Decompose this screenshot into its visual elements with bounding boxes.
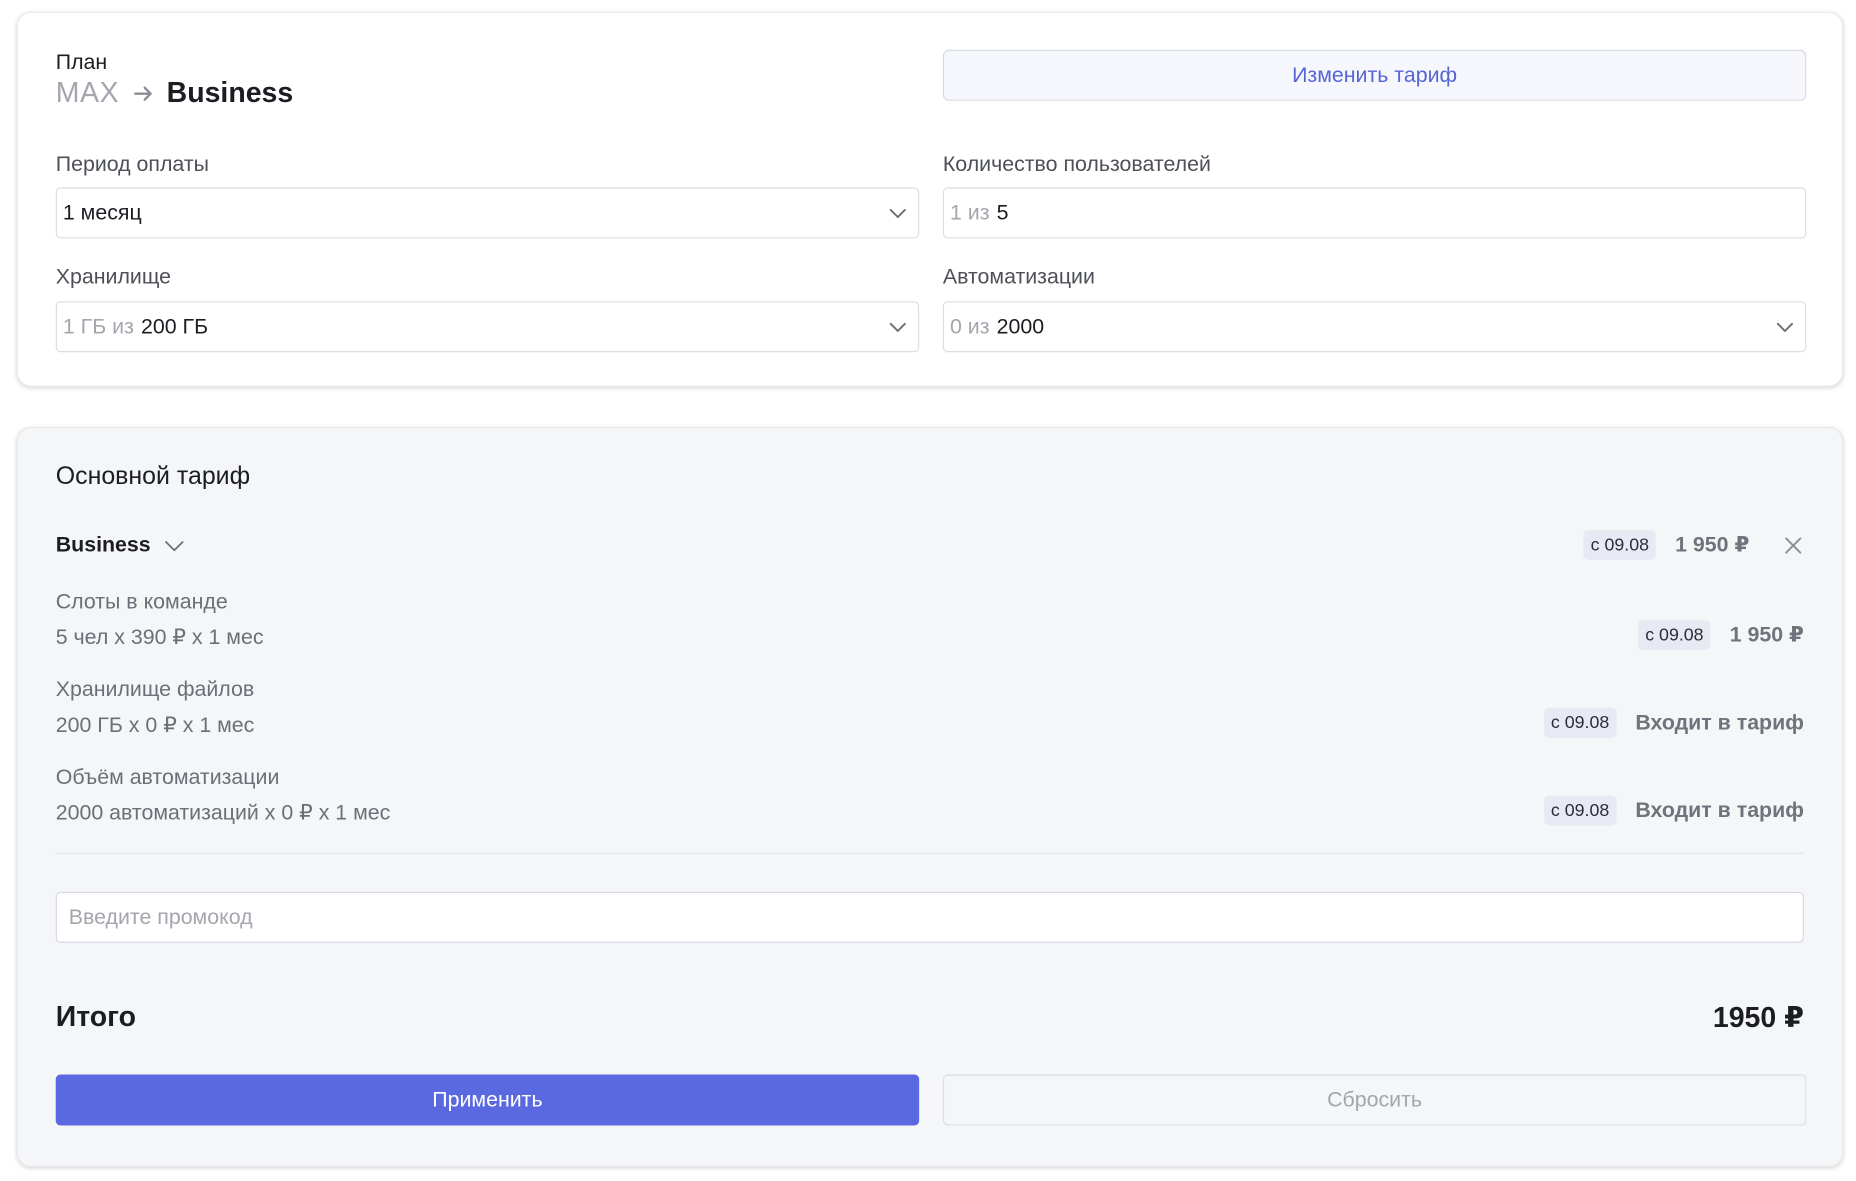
plan-row-pricing: с 09.08 1 950 ₽ [1583, 530, 1804, 560]
storage-select[interactable]: 1 ГБ из 200 ГБ [55, 301, 920, 353]
period-value: 1 месяц [62, 200, 142, 225]
total-value: 1950 ₽ [1712, 1002, 1804, 1035]
storage-value: 200 ГБ [141, 314, 209, 339]
plan-settings-card: План MAX Business Изменить тариф Период … [16, 11, 1844, 387]
item-price: Входит в тариф [1635, 798, 1804, 822]
date-badge: с 09.08 [1543, 795, 1617, 826]
automations-select[interactable]: 0 из 2000 [942, 301, 1807, 353]
order-summary-card: Основной тариф Business с 09.08 1 950 ₽ … [16, 426, 1844, 1168]
close-icon[interactable] [1783, 534, 1804, 555]
chevron-down-icon [163, 533, 187, 557]
period-label: Период оплаты [55, 151, 209, 176]
summary-title: Основной тариф [55, 462, 251, 490]
plan-row-toggle[interactable]: Business [56, 533, 187, 558]
period-select[interactable]: 1 месяц [55, 187, 920, 239]
divider [55, 852, 1804, 854]
summary-item: Объём автоматизации 2000 автоматизаций х… [56, 765, 1804, 831]
item-title: Слоты в команде [55, 589, 228, 614]
chevron-down-icon [1774, 317, 1795, 338]
summary-item: Хранилище файлов 200 ГБ х 0 ₽ х 1 мес с … [56, 677, 1804, 743]
automations-label: Автоматизации [942, 264, 1095, 289]
date-badge: с 09.08 [1638, 620, 1711, 650]
plan-row: Business с 09.08 1 950 ₽ [56, 530, 1804, 564]
automations-value: 2000 [996, 314, 1045, 339]
item-detail: 2000 автоматизаций х 0 ₽ х 1 мес [55, 800, 391, 825]
chevron-down-icon [887, 203, 908, 224]
users-input[interactable]: 1 из 5 [942, 187, 1807, 239]
chevron-down-icon [887, 317, 908, 338]
item-title: Хранилище файлов [55, 677, 255, 701]
item-title: Объём автоматизации [55, 764, 280, 789]
summary-item: Слоты в команде 5 чел х 390 ₽ х 1 мес с … [56, 589, 1804, 655]
item-pricing: с 09.08 Входит в тариф [1543, 795, 1804, 826]
item-price: 1 950 ₽ [1729, 622, 1804, 647]
total-label: Итого [55, 1000, 137, 1034]
automations-prefix: 0 из [949, 314, 990, 339]
plan-row-name: Business [55, 532, 151, 557]
item-pricing: с 09.08 Входит в тариф [1543, 708, 1804, 738]
apply-button[interactable]: Применить [55, 1074, 920, 1126]
plan-row-price: 1 950 ₽ [1675, 532, 1750, 557]
users-value: 5 [996, 200, 1009, 225]
plan-label: План [55, 49, 108, 74]
plan-change-line: MAX Business [56, 77, 293, 110]
storage-label: Хранилище [55, 264, 172, 289]
storage-prefix: 1 ГБ из [62, 314, 134, 339]
arrow-right-icon [131, 82, 155, 106]
promo-code-input[interactable] [55, 891, 1804, 943]
reset-button[interactable]: Сбросить [942, 1074, 1807, 1126]
users-prefix: 1 из [949, 200, 990, 225]
item-detail: 5 чел х 390 ₽ х 1 мес [55, 625, 264, 649]
plan-current: MAX [55, 77, 120, 110]
date-badge: с 09.08 [1543, 708, 1617, 738]
users-label: Количество пользователей [942, 151, 1211, 176]
item-detail: 200 ГБ х 0 ₽ х 1 мес [55, 712, 255, 737]
item-price: Входит в тариф [1635, 710, 1804, 735]
item-pricing: с 09.08 1 950 ₽ [1638, 620, 1804, 650]
date-badge: с 09.08 [1583, 530, 1657, 560]
plan-new: Business [166, 77, 294, 110]
change-plan-button[interactable]: Изменить тариф [942, 49, 1807, 101]
